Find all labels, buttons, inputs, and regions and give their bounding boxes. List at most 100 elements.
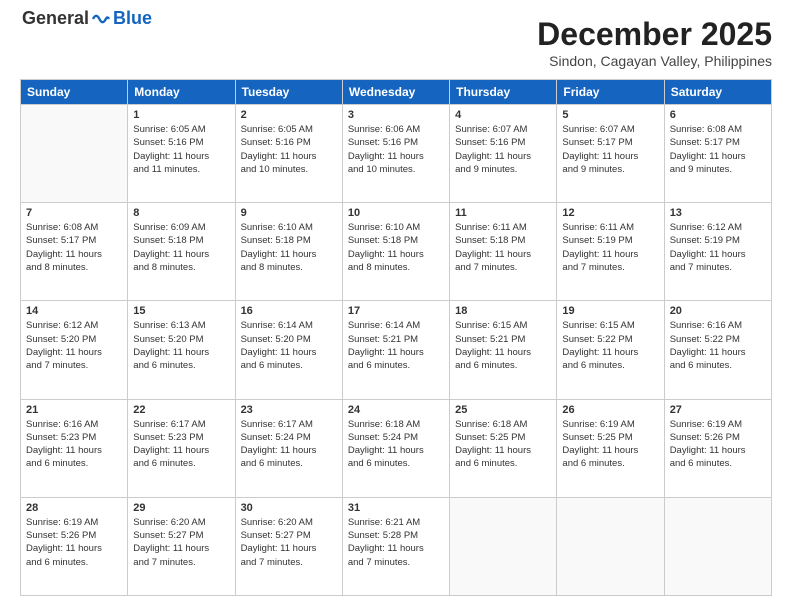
- day-number: 29: [133, 502, 229, 514]
- day-number: 13: [670, 207, 766, 219]
- day-cell: 16 Sunrise: 6:14 AMSunset: 5:20 PMDayligh…: [235, 301, 342, 399]
- day-cell: 31 Sunrise: 6:21 AMSunset: 5:28 PMDayligh…: [342, 497, 449, 595]
- day-cell: 8Sunrise: 6:09 AMSunset: 5:18 PMDaylight…: [128, 203, 235, 301]
- day-cell: 1Sunrise: 6:05 AMSunset: 5:16 PMDaylight…: [128, 105, 235, 203]
- day-info: Sunrise: 6:14 AMSunset: 5:20 PMDaylight:…: [241, 319, 337, 372]
- day-cell: 14 Sunrise: 6:12 AMSunset: 5:20 PMDayligh…: [21, 301, 128, 399]
- day-number: 4: [455, 109, 551, 121]
- day-number: 15: [133, 305, 229, 317]
- day-number: 31: [348, 502, 444, 514]
- day-number: 18: [455, 305, 551, 317]
- day-number: 16: [241, 305, 337, 317]
- day-info: Sunrise: 6:19 AMSunset: 5:26 PMDaylight:…: [670, 418, 766, 471]
- day-number: 21: [26, 404, 122, 416]
- week-row-1: 1 Sunrise: 6:05 AMSunset: 5:16 PMDaylight…: [21, 105, 772, 203]
- col-header-wednesday: Wednesday: [342, 80, 449, 105]
- day-cell: 2 Sunrise: 6:05 AMSunset: 5:16 PMDaylight…: [235, 105, 342, 203]
- day-number: 23: [241, 404, 337, 416]
- day-number: 10: [348, 207, 444, 219]
- col-header-monday: Monday: [128, 80, 235, 105]
- day-info: Sunrise: 6:15 AMSunset: 5:22 PMDaylight:…: [562, 319, 658, 372]
- day-number: 25: [455, 404, 551, 416]
- day-number: 19: [562, 305, 658, 317]
- day-number: 17: [348, 305, 444, 317]
- day-cell: 20Sunrise: 6:16 AMSunset: 5:22 PMDayligh…: [664, 301, 771, 399]
- main-title: December 2025: [537, 16, 772, 53]
- header: General General Blue December 2025 Sindo…: [20, 16, 772, 69]
- logo: General General Blue: [20, 16, 152, 29]
- week-row-2: 7Sunrise: 6:08 AMSunset: 5:17 PMDaylight…: [21, 203, 772, 301]
- day-cell: 19 Sunrise: 6:15 AMSunset: 5:22 PMDayligh…: [557, 301, 664, 399]
- day-cell: 13 Sunrise: 6:12 AMSunset: 5:19 PMDayligh…: [664, 203, 771, 301]
- col-header-friday: Friday: [557, 80, 664, 105]
- day-cell: 12 Sunrise: 6:11 AMSunset: 5:19 PMDayligh…: [557, 203, 664, 301]
- day-cell: 28 Sunrise: 6:19 AMSunset: 5:26 PMDayligh…: [21, 497, 128, 595]
- day-number: 9: [241, 207, 337, 219]
- day-cell: [557, 497, 664, 595]
- day-info: Sunrise: 6:17 AMSunset: 5:24 PMDaylight:…: [241, 418, 337, 471]
- day-info: Sunrise: 6:20 AMSunset: 5:27 PMDaylight:…: [241, 516, 337, 569]
- logo-general-text2: General: [22, 8, 89, 29]
- day-info: Sunrise: 6:11 AMSunset: 5:19 PMDaylight:…: [562, 221, 658, 274]
- logo-blue-text: Blue: [113, 8, 152, 29]
- day-cell: 11Sunrise: 6:11 AMSunset: 5:18 PMDayligh…: [450, 203, 557, 301]
- day-info: Sunrise: 6:16 AMSunset: 5:23 PMDaylight:…: [26, 418, 122, 471]
- day-cell: 24 Sunrise: 6:18 AMSunset: 5:24 PMDayligh…: [342, 399, 449, 497]
- day-info: Sunrise: 6:21 AMSunset: 5:28 PMDaylight:…: [348, 516, 444, 569]
- week-row-4: 21 Sunrise: 6:16 AMSunset: 5:23 PMDayligh…: [21, 399, 772, 497]
- day-number: 12: [562, 207, 658, 219]
- day-cell: 23 Sunrise: 6:17 AMSunset: 5:24 PMDayligh…: [235, 399, 342, 497]
- day-number: 24: [348, 404, 444, 416]
- day-cell: 9 Sunrise: 6:10 AMSunset: 5:18 PMDaylight…: [235, 203, 342, 301]
- day-info: Sunrise: 6:19 AMSunset: 5:26 PMDaylight:…: [26, 516, 122, 569]
- day-number: 14: [26, 305, 122, 317]
- day-info: Sunrise: 6:10 AMSunset: 5:18 PMDaylight:…: [348, 221, 444, 274]
- col-header-tuesday: Tuesday: [235, 80, 342, 105]
- day-cell: [664, 497, 771, 595]
- day-info: Sunrise: 6:13 AMSunset: 5:20 PMDaylight:…: [133, 319, 229, 372]
- day-number: 28: [26, 502, 122, 514]
- day-cell: 4Sunrise: 6:07 AMSunset: 5:16 PMDaylight…: [450, 105, 557, 203]
- day-info: Sunrise: 6:12 AMSunset: 5:20 PMDaylight:…: [26, 319, 122, 372]
- day-number: 7: [26, 207, 122, 219]
- page: General General Blue December 2025 Sindo…: [0, 0, 792, 612]
- day-number: 20: [670, 305, 766, 317]
- day-cell: 27Sunrise: 6:19 AMSunset: 5:26 PMDayligh…: [664, 399, 771, 497]
- day-number: 5: [562, 109, 658, 121]
- day-info: Sunrise: 6:11 AMSunset: 5:18 PMDaylight:…: [455, 221, 551, 274]
- day-number: 1: [133, 109, 229, 121]
- day-info: Sunrise: 6:19 AMSunset: 5:25 PMDaylight:…: [562, 418, 658, 471]
- day-number: 26: [562, 404, 658, 416]
- header-row: SundayMondayTuesdayWednesdayThursdayFrid…: [21, 80, 772, 105]
- day-cell: 6Sunrise: 6:08 AMSunset: 5:17 PMDaylight…: [664, 105, 771, 203]
- day-info: Sunrise: 6:18 AMSunset: 5:25 PMDaylight:…: [455, 418, 551, 471]
- calendar-table: SundayMondayTuesdayWednesdayThursdayFrid…: [20, 79, 772, 596]
- day-info: Sunrise: 6:05 AMSunset: 5:16 PMDaylight:…: [241, 123, 337, 176]
- day-info: Sunrise: 6:09 AMSunset: 5:18 PMDaylight:…: [133, 221, 229, 274]
- day-info: Sunrise: 6:17 AMSunset: 5:23 PMDaylight:…: [133, 418, 229, 471]
- day-info: Sunrise: 6:06 AMSunset: 5:16 PMDaylight:…: [348, 123, 444, 176]
- day-info: Sunrise: 6:07 AMSunset: 5:17 PMDaylight:…: [562, 123, 658, 176]
- day-cell: 21 Sunrise: 6:16 AMSunset: 5:23 PMDayligh…: [21, 399, 128, 497]
- week-row-5: 28 Sunrise: 6:19 AMSunset: 5:26 PMDayligh…: [21, 497, 772, 595]
- day-cell: 30 Sunrise: 6:20 AMSunset: 5:27 PMDayligh…: [235, 497, 342, 595]
- day-cell: [450, 497, 557, 595]
- day-cell: 29 Sunrise: 6:20 AMSunset: 5:27 PMDayligh…: [128, 497, 235, 595]
- subtitle: Sindon, Cagayan Valley, Philippines: [537, 53, 772, 69]
- day-info: Sunrise: 6:08 AMSunset: 5:17 PMDaylight:…: [670, 123, 766, 176]
- day-cell: 26 Sunrise: 6:19 AMSunset: 5:25 PMDayligh…: [557, 399, 664, 497]
- col-header-thursday: Thursday: [450, 80, 557, 105]
- col-header-sunday: Sunday: [21, 80, 128, 105]
- day-number: 2: [241, 109, 337, 121]
- day-info: Sunrise: 6:10 AMSunset: 5:18 PMDaylight:…: [241, 221, 337, 274]
- day-info: Sunrise: 6:15 AMSunset: 5:21 PMDaylight:…: [455, 319, 551, 372]
- day-info: Sunrise: 6:12 AMSunset: 5:19 PMDaylight:…: [670, 221, 766, 274]
- col-header-saturday: Saturday: [664, 80, 771, 105]
- day-info: Sunrise: 6:18 AMSunset: 5:24 PMDaylight:…: [348, 418, 444, 471]
- day-cell: 10 Sunrise: 6:10 AMSunset: 5:18 PMDayligh…: [342, 203, 449, 301]
- day-cell: 22Sunrise: 6:17 AMSunset: 5:23 PMDayligh…: [128, 399, 235, 497]
- day-info: Sunrise: 6:20 AMSunset: 5:27 PMDaylight:…: [133, 516, 229, 569]
- day-number: 3: [348, 109, 444, 121]
- week-row-3: 14 Sunrise: 6:12 AMSunset: 5:20 PMDayligh…: [21, 301, 772, 399]
- day-number: 30: [241, 502, 337, 514]
